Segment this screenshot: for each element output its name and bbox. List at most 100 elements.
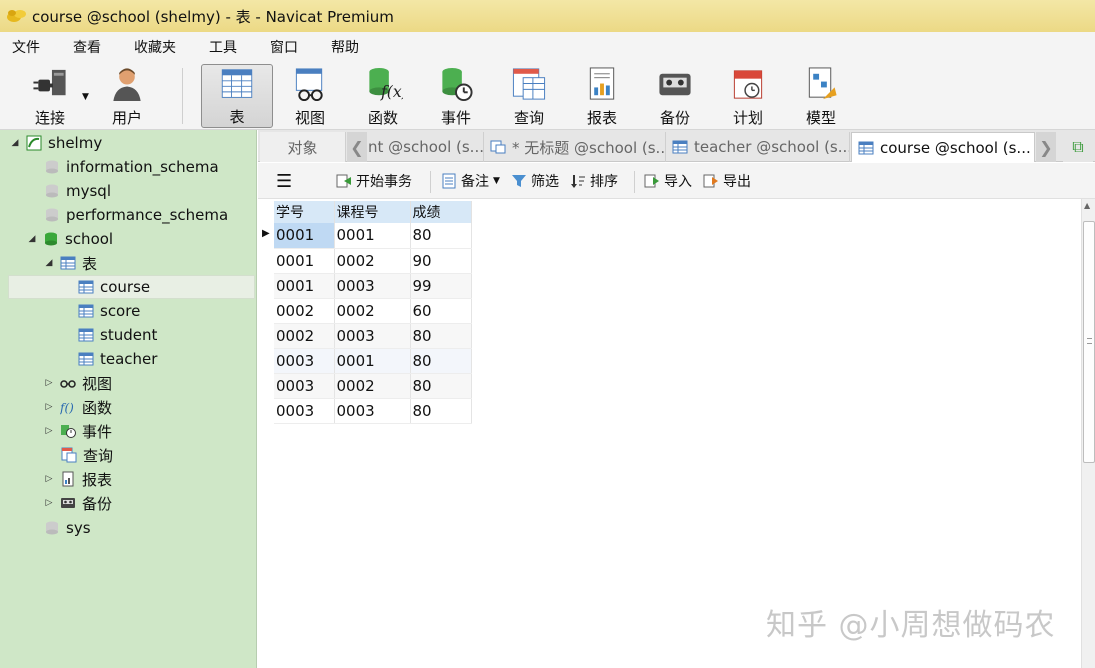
table-cell[interactable]: 0002 <box>334 248 411 274</box>
table-row[interactable]: 0002 0003 80 <box>274 323 472 349</box>
table-row[interactable]: 0001 0002 90 <box>274 248 472 274</box>
import-button[interactable]: 导入 <box>644 171 692 191</box>
event-button[interactable]: 事件 <box>428 64 484 128</box>
tree-backups-folder[interactable]: ▷ 备份 <box>44 491 112 515</box>
menu-file[interactable]: 文件 <box>12 37 40 57</box>
table-row[interactable]: 0003 0001 80 <box>274 348 472 374</box>
table-row[interactable]: 0003 0003 80 <box>274 398 472 424</box>
view-button[interactable]: 视图 <box>282 64 338 128</box>
table-cell[interactable]: 0003 <box>334 273 411 299</box>
table-cell[interactable]: 0003 <box>334 323 411 349</box>
tree-events-folder[interactable]: ▷ 事件 <box>44 419 112 443</box>
tab-objects[interactable]: 对象 <box>260 132 346 162</box>
tree-db-information-schema[interactable]: information_schema <box>44 155 219 179</box>
table-button[interactable]: 表 <box>201 64 273 128</box>
column-header-score[interactable]: 成绩 <box>410 201 472 223</box>
table-cell[interactable]: 0002 <box>334 298 411 324</box>
expand-icon[interactable]: ▷ <box>44 474 54 484</box>
vertical-scrollbar[interactable]: ▲ <box>1081 199 1095 668</box>
schedule-button[interactable]: 计划 <box>720 64 776 128</box>
tree-table-score[interactable]: score <box>78 299 140 323</box>
table-row[interactable]: 0001 0003 99 <box>274 273 472 299</box>
table-cell[interactable]: 80 <box>410 323 472 349</box>
tab-teacher[interactable]: teacher @school (s... <box>666 132 850 162</box>
table-cell[interactable]: 99 <box>410 273 472 299</box>
collapse-icon[interactable]: ◢ <box>10 138 20 148</box>
filter-button[interactable]: 筛选 <box>511 171 559 191</box>
table-cell[interactable]: 80 <box>410 398 472 424</box>
table-cell[interactable]: 90 <box>410 248 472 274</box>
table-cell[interactable]: 0002 <box>274 298 335 324</box>
tree-db-sys[interactable]: sys <box>44 516 91 540</box>
menu-favorites[interactable]: 收藏夹 <box>134 37 176 57</box>
data-table: 学号 课程号 成绩 0001 0001 80 0001 0002 90 0001… <box>274 201 472 424</box>
query-button[interactable]: 查询 <box>501 64 557 128</box>
tree-views-folder[interactable]: ▷ 视图 <box>44 371 112 395</box>
tree-connection-shelmy[interactable]: ◢ shelmy <box>10 131 103 155</box>
tree-table-course[interactable]: course <box>8 275 255 299</box>
tree-db-mysql[interactable]: mysql <box>44 179 111 203</box>
collapse-icon[interactable]: ◢ <box>44 258 54 268</box>
tree-functions-folder[interactable]: ▷ f() 函数 <box>44 395 112 419</box>
table-cell[interactable]: 0001 <box>334 223 411 249</box>
table-cell[interactable]: 0001 <box>334 348 411 374</box>
menu-icon[interactable]: ☰ <box>276 171 292 192</box>
table-row[interactable]: 0003 0002 80 <box>274 373 472 399</box>
tree-table-student[interactable]: student <box>78 323 157 347</box>
table-cell[interactable]: 0002 <box>274 323 335 349</box>
menu-tools[interactable]: 工具 <box>209 37 237 57</box>
report-button[interactable]: 报表 <box>574 64 630 128</box>
function-button[interactable]: f(x) 函数 <box>355 64 411 128</box>
tab-student[interactable]: nt @school (s... <box>366 132 484 162</box>
scrollbar-thumb[interactable] <box>1083 221 1095 463</box>
tree-reports-folder[interactable]: ▷ 报表 <box>44 467 112 491</box>
scroll-up-icon[interactable]: ▲ <box>1084 201 1090 210</box>
table-row[interactable]: 0001 0001 80 <box>274 223 472 249</box>
menu-window[interactable]: 窗口 <box>270 37 298 57</box>
table-cell[interactable]: 80 <box>410 348 472 374</box>
column-header-course-id[interactable]: 课程号 <box>334 201 411 223</box>
table-cell[interactable]: 80 <box>410 223 472 249</box>
connect-dropdown-icon[interactable]: ▼ <box>82 92 89 102</box>
export-button[interactable]: 导出 <box>703 171 751 191</box>
table-cell[interactable]: 0001 <box>274 248 335 274</box>
table-cell[interactable]: 0003 <box>334 398 411 424</box>
expand-icon[interactable]: ▷ <box>44 426 54 436</box>
tree-table-teacher[interactable]: teacher <box>78 347 157 371</box>
tab-scroll-right-icon[interactable]: ❯ <box>1036 132 1056 162</box>
table-cell[interactable]: 80 <box>410 373 472 399</box>
tab-scroll-left-icon[interactable]: ❮ <box>347 132 367 162</box>
table-cell[interactable]: 60 <box>410 298 472 324</box>
table-cell[interactable]: 0003 <box>274 373 335 399</box>
tree-label: student <box>100 326 158 344</box>
model-button[interactable]: 模型 <box>793 64 849 128</box>
user-button[interactable]: 用户 <box>100 64 154 128</box>
tree-db-performance-schema[interactable]: performance_schema <box>44 203 228 227</box>
expand-icon[interactable]: ▷ <box>44 498 54 508</box>
tree-tables-folder[interactable]: ◢ 表 <box>44 251 97 275</box>
tree-queries-folder[interactable]: 查询 <box>61 443 113 467</box>
tab-untitled-query[interactable]: * 无标题 @school (s... <box>484 132 666 162</box>
table-row[interactable]: 0002 0002 60 <box>274 298 472 324</box>
new-tab-icon[interactable]: ⧉ <box>1063 132 1093 162</box>
sort-button[interactable]: 排序 <box>570 171 618 191</box>
table-cell[interactable]: 0001 <box>274 223 335 249</box>
menu-view[interactable]: 查看 <box>73 37 101 57</box>
memo-button[interactable]: 备注 ▼ <box>441 171 500 191</box>
tree-label: mysql <box>66 182 111 200</box>
collapse-icon[interactable]: ◢ <box>27 234 37 244</box>
tree-db-school[interactable]: ◢ school <box>27 227 114 251</box>
memo-dropdown-icon[interactable]: ▼ <box>493 176 500 186</box>
expand-icon[interactable]: ▷ <box>44 402 54 412</box>
column-header-student-id[interactable]: 学号 <box>274 201 335 223</box>
table-cell[interactable]: 0003 <box>274 348 335 374</box>
connect-button[interactable]: 连接 <box>22 64 78 128</box>
table-cell[interactable]: 0003 <box>274 398 335 424</box>
begin-transaction-button[interactable]: 开始事务 <box>336 171 412 191</box>
menu-help[interactable]: 帮助 <box>331 37 359 57</box>
tab-course[interactable]: course @school (s... <box>851 132 1035 162</box>
backup-button[interactable]: 备份 <box>647 64 703 128</box>
table-cell[interactable]: 0001 <box>274 273 335 299</box>
table-cell[interactable]: 0002 <box>334 373 411 399</box>
expand-icon[interactable]: ▷ <box>44 378 54 388</box>
